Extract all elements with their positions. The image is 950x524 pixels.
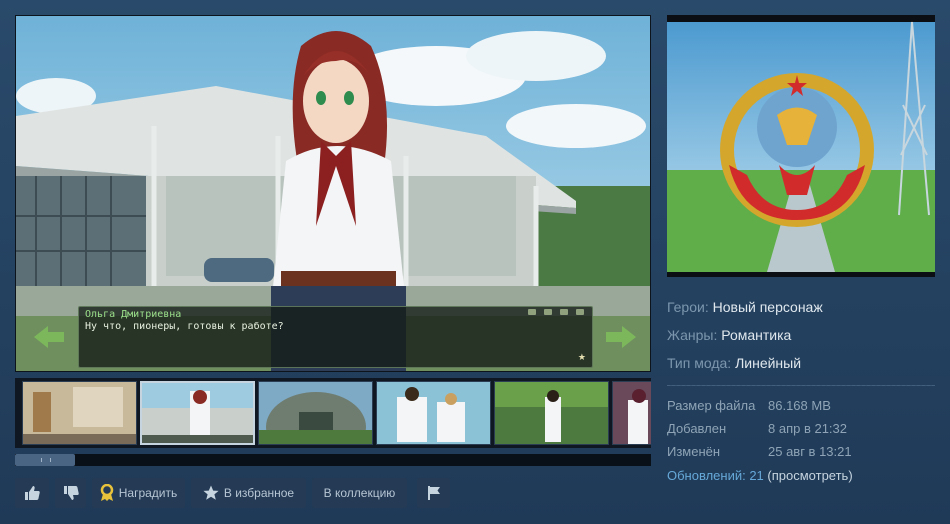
genres-label: Жанры: xyxy=(667,327,718,343)
genres-row: Жанры: Романтика xyxy=(667,327,791,343)
info-divider xyxy=(667,385,935,386)
report-button[interactable] xyxy=(417,478,450,508)
file-size-label: Размер файла xyxy=(667,398,756,413)
view-updates-link[interactable]: (просмотреть) xyxy=(767,468,852,483)
award-button-label: Наградить xyxy=(118,486,178,500)
dialog-star-icon: ★ xyxy=(577,352,586,362)
thumbs-up-icon xyxy=(25,486,40,500)
thumbnail-scrollbar[interactable] xyxy=(15,454,651,466)
award-button[interactable]: Наградить xyxy=(92,478,185,508)
updates-link[interactable]: Обновлений: 21 xyxy=(667,468,764,483)
changed-label: Изменён xyxy=(667,444,721,459)
genres-value[interactable]: Романтика xyxy=(721,327,791,343)
thumbs-up-button[interactable] xyxy=(15,478,49,508)
heroes-value[interactable]: Новый персонаж xyxy=(713,299,823,315)
file-size-value: 86.168 MB xyxy=(768,398,831,413)
favorite-button-label: В избранное xyxy=(223,486,295,500)
star-icon xyxy=(203,485,219,500)
dialog-speaker: Ольга Дмитриевна xyxy=(85,309,182,320)
mod-type-value[interactable]: Линейный xyxy=(735,355,801,371)
favorite-button[interactable]: В избранное xyxy=(191,478,306,508)
game-dialog-box: Ольга Дмитриевна Ну что, пионеры, готовы… xyxy=(78,306,593,368)
updates-row: Обновлений: 21 (просмотреть) xyxy=(667,468,853,483)
thumbnail-forest-girl[interactable] xyxy=(494,381,609,445)
collection-button-label: В коллекцию xyxy=(323,486,396,500)
changed-row: Изменён 25 авг в 13:21 xyxy=(667,444,852,459)
add-to-collection-button[interactable]: В коллекцию xyxy=(312,478,407,508)
added-value: 8 апр в 21:32 xyxy=(768,421,848,436)
award-icon xyxy=(100,484,113,501)
mod-type-label: Тип мода: xyxy=(667,355,732,371)
prev-arrow-icon[interactable] xyxy=(34,326,64,348)
file-size-row: Размер файла 86.168 MB xyxy=(667,398,831,413)
thumbnail-building-girl[interactable] xyxy=(140,381,255,445)
added-label: Добавлен xyxy=(667,421,727,436)
dialog-menu-icons xyxy=(528,309,584,315)
mod-type-row: Тип мода: Линейный xyxy=(667,355,801,371)
soviet-emblem-image xyxy=(667,15,935,277)
thumbnail-corridor[interactable] xyxy=(22,381,137,445)
mod-preview-image xyxy=(667,15,935,277)
heroes-row: Герои: Новый персонаж xyxy=(667,299,823,315)
added-row: Добавлен 8 апр в 21:32 xyxy=(667,421,847,436)
scrollbar-handle[interactable] xyxy=(15,454,75,466)
thumbnail-strip xyxy=(15,378,651,448)
next-arrow-icon[interactable] xyxy=(606,326,636,348)
dialog-text: Ну что, пионеры, готовы к работе? xyxy=(85,321,284,332)
main-screenshot[interactable]: Ольга Дмитриевна Ну что, пионеры, готовы… xyxy=(15,15,651,372)
thumbnail-girl-partial[interactable] xyxy=(612,381,651,445)
heroes-label: Герои: xyxy=(667,299,709,315)
thumbs-down-icon xyxy=(63,486,79,500)
thumbs-down-button[interactable] xyxy=(55,478,86,508)
thumbnail-boys[interactable] xyxy=(376,381,491,445)
thumbnail-hangar[interactable] xyxy=(258,381,373,445)
changed-value: 25 авг в 13:21 xyxy=(768,444,852,459)
flag-icon xyxy=(427,486,440,500)
